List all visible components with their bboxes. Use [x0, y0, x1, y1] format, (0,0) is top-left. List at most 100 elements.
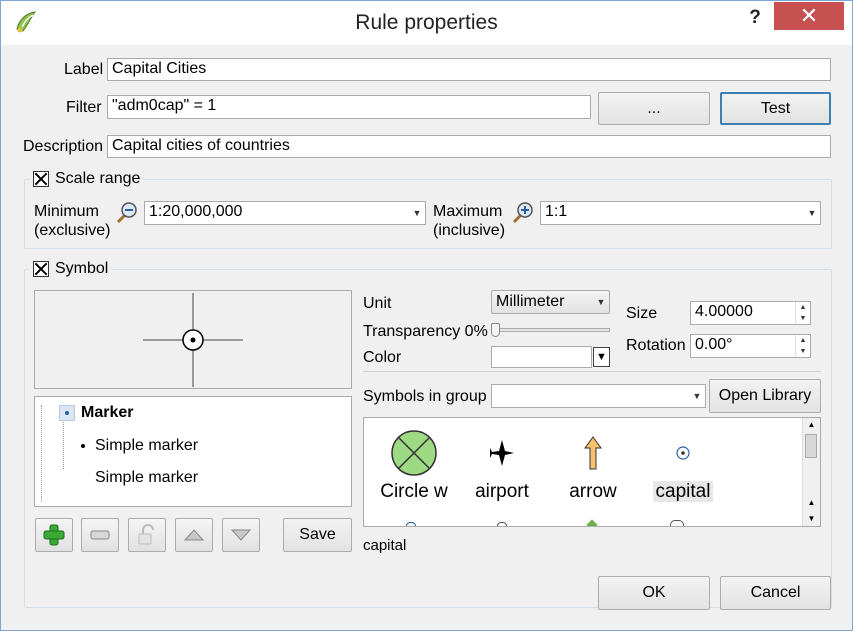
symbols-in-group-label: Symbols in group — [363, 388, 487, 405]
rule-properties-dialog: Rule properties ? ✕ Label Capital Cities… — [0, 0, 853, 631]
symbol-header: Symbol — [29, 260, 113, 278]
scale-range-header: Scale range — [29, 170, 145, 188]
help-button[interactable]: ? — [745, 7, 765, 31]
minimum-label-line2: (exclusive) — [34, 222, 111, 239]
library-item-name: Circle w — [380, 481, 448, 502]
description-input[interactable]: Capital cities of countries — [107, 135, 831, 158]
library-item-airport[interactable]: airport — [462, 425, 542, 503]
minus-icon — [90, 530, 110, 540]
tree-item-simple-marker[interactable]: Simple marker — [81, 437, 198, 455]
symbol-title: Symbol — [55, 260, 109, 277]
description-caption: Description — [23, 138, 104, 155]
dialog-body: Label Capital Cities Filter "adm0cap" = … — [1, 45, 852, 630]
unit-value: Millimeter — [496, 293, 565, 310]
size-value: 4.00000 — [695, 303, 753, 320]
library-item-capital[interactable]: capital — [643, 425, 723, 503]
label-caption: Label — [64, 61, 104, 78]
library-item-arrow[interactable]: arrow — [553, 425, 633, 503]
library-item-name: airport — [475, 481, 529, 502]
minimum-label: Minimum (exclusive) — [34, 202, 110, 240]
circle-cross-icon — [391, 430, 437, 476]
symbol-library-list: Circle w airport arrow capital ▲ ▲ ▼ — [363, 417, 821, 527]
tree-item-label: Simple marker — [95, 437, 199, 454]
scroll-up-button[interactable]: ▲ — [803, 418, 820, 432]
maximum-scale-combo[interactable]: 1:1 ▼ — [540, 201, 821, 225]
library-item-circle[interactable]: Circle w — [374, 425, 454, 503]
minimum-scale-value: 1:20,000,000 — [149, 203, 243, 220]
lock-icon — [138, 524, 154, 545]
tree-item-label: Simple marker — [95, 469, 199, 486]
maximum-label: Maximum (inclusive) — [433, 202, 505, 240]
scroll-down-button[interactable]: ▲ — [803, 496, 820, 510]
spin-arrows[interactable]: ▲ ▼ — [795, 302, 810, 324]
window-title: Rule properties — [355, 11, 498, 34]
scale-range-title: Scale range — [55, 170, 141, 187]
scroll-down-button[interactable]: ▼ — [803, 512, 820, 526]
size-label: Size — [626, 305, 658, 322]
chevron-down-icon[interactable]: ▼ — [804, 202, 820, 224]
rotation-spinbox[interactable]: 0.00° ▲ ▼ — [690, 334, 811, 358]
color-button[interactable] — [491, 346, 592, 368]
remove-layer-button[interactable] — [81, 518, 119, 552]
symbol-checkbox[interactable] — [33, 261, 49, 277]
plus-icon — [43, 524, 65, 546]
chevron-down-icon[interactable]: ▼ — [593, 291, 609, 313]
title-bar: Rule properties ? ✕ — [1, 1, 852, 45]
maximum-label-line2: (inclusive) — [433, 222, 506, 239]
rotation-label: Rotation — [626, 337, 686, 354]
library-item-name: arrow — [569, 481, 617, 502]
size-spinbox[interactable]: 4.00000 ▲ ▼ — [690, 301, 811, 325]
label-input[interactable]: Capital Cities — [107, 58, 831, 81]
spin-arrows[interactable]: ▲ ▼ — [795, 335, 810, 357]
move-down-button[interactable] — [222, 518, 260, 552]
tree-connector — [41, 405, 50, 501]
selected-symbol-name: capital — [363, 537, 407, 554]
cancel-button[interactable]: Cancel — [720, 576, 831, 610]
rotation-value: 0.00° — [695, 336, 733, 353]
filter-input[interactable]: "adm0cap" = 1 — [107, 95, 591, 119]
test-button[interactable]: Test — [720, 92, 831, 125]
maximum-label-line1: Maximum — [433, 203, 503, 220]
library-item-name: capital — [652, 481, 714, 502]
filter-caption: Filter — [66, 99, 102, 116]
divider — [363, 371, 821, 372]
capital-dot-icon — [676, 446, 690, 460]
chevron-down-icon[interactable]: ▼ — [689, 385, 705, 407]
group-combo[interactable]: ▼ — [491, 384, 706, 408]
ok-button[interactable]: OK — [598, 576, 710, 610]
save-button[interactable]: Save — [283, 518, 352, 552]
blank-icon — [81, 476, 85, 480]
chevron-down-icon[interactable]: ▼ — [409, 202, 425, 224]
symbol-preview — [34, 290, 352, 389]
color-label: Color — [363, 349, 402, 366]
arrow-up-icon — [584, 436, 602, 470]
transparency-slider[interactable] — [491, 323, 610, 337]
add-layer-button[interactable] — [35, 518, 73, 552]
unit-label: Unit — [363, 295, 392, 312]
unit-combo[interactable]: Millimeter ▼ — [491, 290, 610, 314]
library-scrollbar[interactable]: ▲ ▲ ▼ — [802, 418, 820, 526]
minimum-label-line1: Minimum — [34, 203, 99, 220]
tree-item-marker[interactable]: Marker — [59, 404, 133, 422]
scale-range-checkbox[interactable] — [33, 171, 49, 187]
tree-item-label: Marker — [81, 404, 134, 421]
slider-handle[interactable] — [491, 323, 500, 337]
scroll-thumb[interactable] — [805, 434, 817, 458]
zoom-in-icon[interactable] — [511, 201, 535, 230]
triangle-down-icon — [230, 529, 252, 541]
open-library-button[interactable]: Open Library — [709, 379, 821, 413]
tree-item-simple-marker[interactable]: Simple marker — [81, 469, 198, 487]
filter-expression-button[interactable]: ... — [598, 92, 710, 125]
symbol-layer-tree: Marker Simple marker Simple marker — [34, 396, 352, 507]
color-dropdown-button[interactable]: ▼ — [593, 347, 610, 367]
dot-icon — [81, 444, 85, 448]
marker-preview-icon — [143, 293, 243, 387]
maximum-scale-value: 1:1 — [545, 203, 568, 220]
transparency-label: Transparency 0% — [363, 323, 488, 340]
minimum-scale-combo[interactable]: 1:20,000,000 ▼ — [144, 201, 426, 225]
move-up-button[interactable] — [175, 518, 213, 552]
close-button[interactable]: ✕ — [774, 2, 844, 30]
zoom-out-icon[interactable] — [115, 201, 139, 230]
lock-layer-button[interactable] — [128, 518, 166, 552]
partial-row-icons — [364, 519, 804, 526]
